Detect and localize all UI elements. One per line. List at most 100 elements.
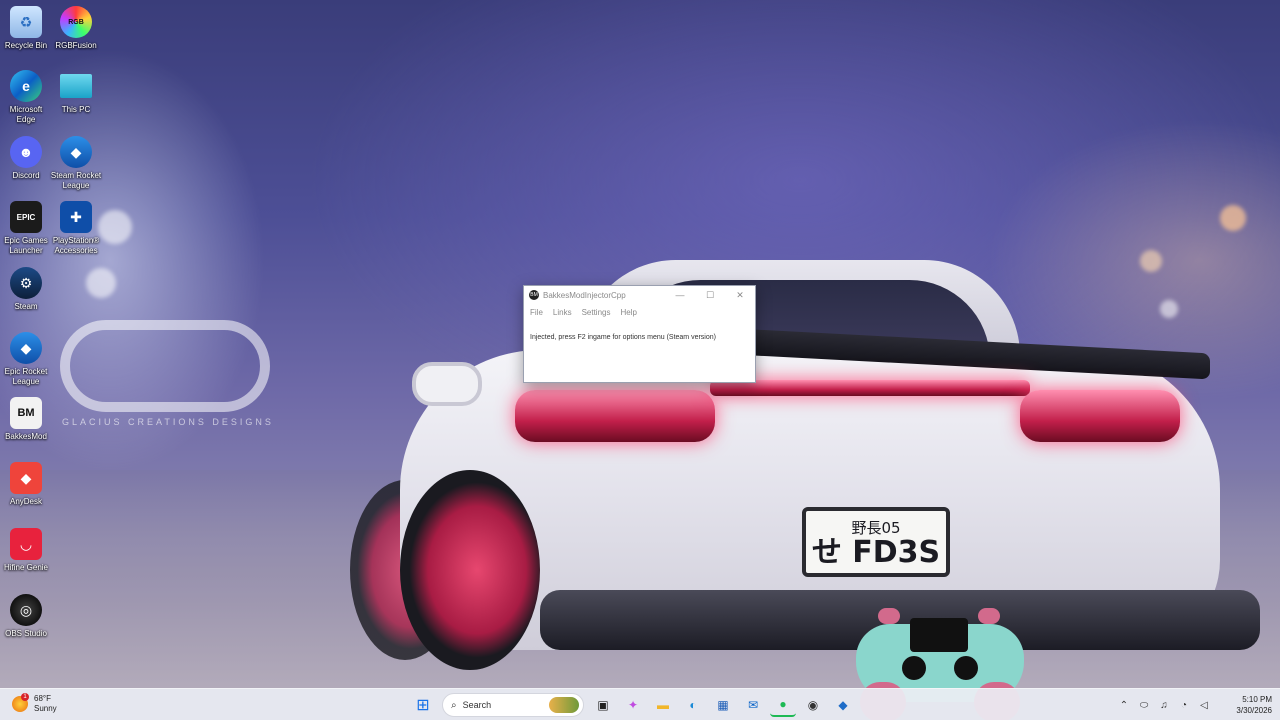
desktop-icon-edge[interactable]: e Microsoft Edge <box>0 70 52 125</box>
store-icon: ▦ <box>717 698 729 712</box>
hifine-genie-icon: ◡ <box>10 528 42 560</box>
window-title: BakkesModInjectorCpp <box>543 290 626 300</box>
controller-touchpad <box>910 618 968 652</box>
license-plate: 野長05 せ FD3S <box>802 507 950 577</box>
close-button[interactable]: ✕ <box>725 290 755 301</box>
bokeh-light <box>1220 205 1246 231</box>
minimize-button[interactable]: — <box>665 290 695 300</box>
rgb-fusion-icon: RGB <box>60 6 92 38</box>
store-button[interactable]: ▦ <box>710 693 736 717</box>
discord-icon: ☻ <box>10 136 42 168</box>
rocket-league-icon: ◆ <box>10 332 42 364</box>
car-taillight <box>515 390 715 442</box>
system-tray: ⌃ ⬭ ♫ ◔ ◁ 5:10 PM 3/30/2026 <box>1114 693 1272 717</box>
task-view-button[interactable]: ▣ <box>590 693 616 717</box>
edge-icon: ◐ <box>689 698 697 712</box>
sun-icon: 1 <box>12 693 29 712</box>
menu-settings[interactable]: Settings <box>582 308 611 320</box>
weather-temp: 68°F <box>34 694 51 703</box>
bakkesmod-icon: BM <box>10 397 42 429</box>
cloud-icon[interactable]: ⬭ <box>1134 700 1154 711</box>
desktop-icon-playstation-accessories[interactable]: ✚ PlayStation® Accessories <box>50 201 102 256</box>
weather-text: 68°F Sunny <box>34 694 57 714</box>
mail-icon: ✉ <box>747 698 759 712</box>
folder-icon: ▬ <box>657 698 669 712</box>
status-message: Injected, press F2 ingame for options me… <box>530 334 716 341</box>
chevron-up-icon[interactable]: ⌃ <box>1114 700 1134 711</box>
clock-time: 5:10 PM <box>1242 695 1272 704</box>
clock[interactable]: 5:10 PM 3/30/2026 <box>1222 694 1272 716</box>
taskbar-search[interactable]: ⌕ Search <box>442 693 584 717</box>
desktop-icon-epic-rocket-league[interactable]: ◆ Epic Rocket League <box>0 332 52 387</box>
bokeh-light <box>98 210 132 244</box>
controller-trigger <box>978 608 1000 624</box>
desktop-icon-this-pc[interactable]: This PC <box>50 70 102 115</box>
search-placeholder: Search <box>462 700 492 710</box>
edge-icon: e <box>10 70 42 102</box>
search-icon: ⌕ <box>451 699 457 711</box>
edge-taskbar-button[interactable]: ◐ <box>680 693 706 717</box>
menu-help[interactable]: Help <box>620 308 636 320</box>
menu-links[interactable]: Links <box>553 308 572 320</box>
outlook-button[interactable]: ✉ <box>740 693 766 717</box>
spotify-button[interactable]: ● <box>770 693 796 717</box>
car-wheel <box>400 470 540 670</box>
task-view-icon: ▣ <box>597 698 609 712</box>
desktop-icon-recycle-bin[interactable]: ♻ Recycle Bin <box>0 6 52 51</box>
plate-line-2: せ FD3S <box>811 535 941 570</box>
steam-icon: ⚙ <box>10 267 42 299</box>
wifi-icon[interactable]: ◔ <box>1174 700 1194 711</box>
start-button[interactable]: ⊞ <box>410 693 436 717</box>
desktop-icon-epic-games[interactable]: EPIC Epic Games Launcher <box>0 201 52 256</box>
anydesk-icon: ◆ <box>10 462 42 494</box>
bakkesmod-taskbar-button[interactable]: ◉ <box>800 693 826 717</box>
desktop-icon-hifine-genie[interactable]: ◡ Hifine Genie <box>0 528 52 573</box>
playstation-icon: ✚ <box>60 201 92 233</box>
logo-ring <box>60 320 270 412</box>
car-taillight-strip <box>710 380 1030 396</box>
this-pc-icon <box>60 74 92 98</box>
maximize-button[interactable]: ☐ <box>695 290 725 301</box>
rocket-league-taskbar-button[interactable]: ◆ <box>830 693 856 717</box>
microphone-icon[interactable]: ♫ <box>1154 700 1174 711</box>
notification-badge: 1 <box>21 693 29 701</box>
volume-icon[interactable]: ◁ <box>1194 700 1214 711</box>
desktop-icon-bakkesmod[interactable]: BM BakkesMod <box>0 397 52 442</box>
logo-tagline: GLACIUS CREATIONS DESIGNS <box>62 417 274 427</box>
windows-logo-icon: ⊞ <box>416 697 430 714</box>
copilot-button[interactable]: ✦ <box>620 693 646 717</box>
copilot-icon: ✦ <box>627 698 639 712</box>
spotify-icon: ● <box>779 697 787 711</box>
car-taillight <box>1020 390 1180 442</box>
taskbar-apps: ⊞ ⌕ Search ▣ ✦ ▬ ◐ ▦ ✉ ● ◉ ◆ <box>408 693 858 717</box>
controller-stick <box>954 656 978 680</box>
search-highlight-icon <box>549 697 579 713</box>
recycle-bin-icon: ♻ <box>10 6 42 38</box>
epic-games-icon: EPIC <box>10 201 42 233</box>
bokeh-light <box>86 268 116 298</box>
wallpaper-car: 野長05 せ FD3S <box>340 250 1260 690</box>
desktop-icon-obs-studio[interactable]: ◎ OBS Studio <box>0 594 52 639</box>
rocket-league-icon: ◆ <box>60 136 92 168</box>
window-menubar: File Links Settings Help <box>524 304 755 320</box>
obs-icon: ◎ <box>10 594 42 626</box>
desktop-icon-discord[interactable]: ☻ Discord <box>0 136 52 181</box>
clock-date: 3/30/2026 <box>1236 706 1272 715</box>
menu-file[interactable]: File <box>530 308 543 320</box>
file-explorer-button[interactable]: ▬ <box>650 693 676 717</box>
car-mirror <box>412 362 482 406</box>
window-titlebar[interactable]: BM BakkesModInjectorCpp — ☐ ✕ <box>524 286 755 304</box>
wallpaper-logo: GLACIUS CREATIONS DESIGNS <box>60 320 272 430</box>
desktop-icon-steam-rocket-league[interactable]: ◆ Steam Rocket League <box>50 136 102 191</box>
bakkesmod-icon: ◉ <box>807 698 819 712</box>
desktop-icon-steam[interactable]: ⚙ Steam <box>0 267 52 312</box>
desktop-icon-anydesk[interactable]: ◆ AnyDesk <box>0 462 52 507</box>
weather-condition: Sunny <box>34 704 57 713</box>
app-logo-icon: BM <box>529 290 539 300</box>
taskbar: 1 68°F Sunny ⊞ ⌕ Search ▣ ✦ ▬ ◐ ▦ ✉ ● ◉ … <box>0 688 1280 720</box>
rocket-league-icon: ◆ <box>838 698 848 712</box>
bakkesmod-injector-window[interactable]: BM BakkesModInjectorCpp — ☐ ✕ File Links… <box>523 285 756 383</box>
controller-stick <box>902 656 926 680</box>
desktop-icon-rgbfusion[interactable]: RGB RGBFusion <box>50 6 102 51</box>
weather-widget[interactable]: 1 68°F Sunny <box>12 693 57 714</box>
